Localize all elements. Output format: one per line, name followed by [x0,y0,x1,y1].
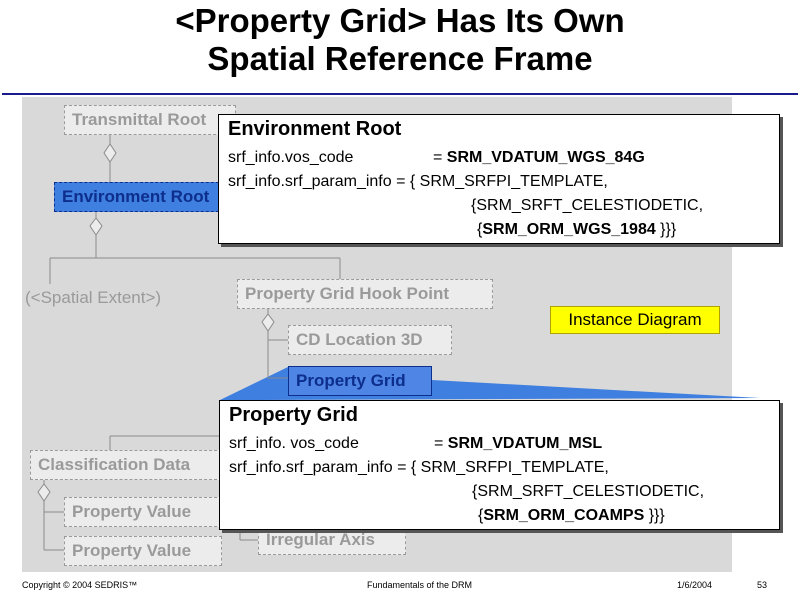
pg-vos-value-row: = SRM_VDATUM_MSL [434,435,602,453]
env-param-line2: {SRM_SRFT_CELESTIODETIC, [471,197,704,214]
pg-vos-value: SRM_VDATUM_MSL [447,435,603,452]
env-vos-value: SRM_VDATUM_WGS_84G [446,149,645,166]
pg-param-line3: {SRM_ORM_COAMPS }}} [478,507,665,525]
pg-param-line3-bold: SRM_ORM_COAMPS [483,507,645,524]
env-vos-key: srf_info.vos_code [228,149,354,166]
pg-callout-heading: Property Grid [229,404,358,426]
env-param-row: srf_info.srf_param_info = { SRM_SRFPI_TE… [228,173,608,191]
cd-location-3d-label: CD Location 3D [296,330,423,349]
property-grid-hook-point-box: Property Grid Hook Point [237,279,493,309]
env-param-line3: {SRM_ORM_WGS_1984 }}} [477,221,676,239]
property-grid-callout: Property Grid srf_info. vos_code = SRM_V… [219,400,780,530]
irregular-axis-label: Irregular Axis [266,530,375,549]
property-grid-box: Property Grid [288,366,432,396]
property-grid-label: Property Grid [296,371,406,390]
property-value-box-1: Property Value [64,497,222,527]
pg-param-line2: {SRM_SRFT_CELESTIODETIC, [472,483,705,500]
footer-page-number: 53 [757,580,768,590]
footer-date: 1/6/2004 [677,580,713,590]
environment-root-callout: Environment Root srf_info.vos_code = SRM… [218,114,780,244]
pg-param-row: srf_info.srf_param_info = { SRM_SRFPI_TE… [229,459,609,477]
footer-copyright: Copyright © 2004 SEDRIS™ [22,580,138,590]
env-param-open: = { SRM_SRFPI_TEMPLATE, [396,173,608,190]
property-grid-hook-point-label: Property Grid Hook Point [245,284,450,303]
environment-root-box: Environment Root [54,182,224,212]
instance-diagram-label: Instance Diagram [550,306,720,334]
env-param-line3-close: }}} [655,221,677,238]
classification-data-label: Classification Data [38,455,191,474]
environment-root-label: Environment Root [62,187,210,206]
spatial-extent-box: (<Spatial Extent>) [18,284,168,314]
pg-vos-key: srf_info. vos_code [229,435,359,452]
transmittal-root-label: Transmittal Root [72,110,207,129]
pg-param-open: = { SRM_SRFPI_TEMPLATE, [397,459,609,476]
env-param-line3-bold: SRM_ORM_WGS_1984 [482,221,656,238]
pg-vos-row: srf_info. vos_code [229,435,359,453]
env-vos-eq: = [433,149,443,166]
env-vos-row: srf_info.vos_code [228,149,353,167]
pg-param-line3-close: }}} [644,507,665,524]
property-value-label-1: Property Value [72,502,192,521]
footer-course-title: Fundamentals of the DRM [367,580,473,590]
cd-location-3d-box: CD Location 3D [288,325,452,355]
transmittal-root-box: Transmittal Root [64,105,236,135]
env-vos-value-row: = SRM_VDATUM_WGS_84G [433,149,645,167]
pg-param-key: srf_info.srf_param_info [229,459,393,476]
pg-vos-eq: = [434,435,444,452]
env-callout-heading: Environment Root [228,118,402,140]
classification-data-box: Classification Data [30,450,222,480]
spatial-extent-label: (<Spatial Extent>) [25,288,162,307]
property-value-label-2: Property Value [72,541,192,560]
property-value-box-2: Property Value [64,536,222,566]
env-param-key: srf_info.srf_param_info [228,173,392,190]
